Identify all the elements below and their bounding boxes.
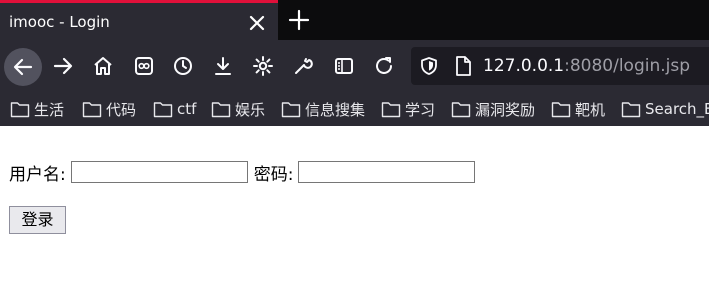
shield-icon[interactable] [419, 56, 439, 76]
folder-icon [153, 101, 173, 117]
history-icon[interactable] [165, 48, 201, 84]
close-icon[interactable] [246, 12, 268, 34]
bookmark-label: 信息搜集 [305, 100, 366, 119]
bookmark-folder[interactable]: 生活 [10, 98, 64, 120]
folder-icon [381, 101, 401, 117]
username-label: 用户名: [9, 164, 66, 185]
bookmark-folder[interactable]: Search_E [621, 98, 709, 120]
folder-icon [551, 101, 571, 117]
password-label: 密码: [253, 164, 294, 185]
bookmark-label: 学习 [405, 100, 436, 119]
folder-icon [82, 101, 102, 117]
bookmark-label: 漏洞奖励 [475, 100, 536, 119]
url-text[interactable]: 127.0.0.1:8080/login.jsp [483, 55, 690, 77]
bookmark-folder[interactable]: 娱乐 [211, 98, 265, 120]
back-icon[interactable] [4, 48, 42, 86]
folder-icon [10, 101, 30, 117]
bookmark-folder[interactable]: 漏洞奖励 [451, 98, 535, 120]
page-icon[interactable] [453, 55, 473, 77]
bookmark-folder[interactable]: 学习 [381, 98, 435, 120]
tab-active[interactable]: imooc - Login [0, 0, 278, 40]
bookmark-folder[interactable]: 靶机 [551, 98, 605, 120]
reader-icon[interactable] [126, 48, 162, 84]
folder-icon [211, 101, 231, 117]
bookmark-folder[interactable]: ctf [153, 98, 196, 120]
tab-title: imooc - Login [9, 13, 110, 31]
bookmark-folder[interactable]: 代码 [82, 98, 136, 120]
bookmark-label: 娱乐 [235, 100, 266, 119]
tab-strip: imooc - Login [0, 0, 709, 40]
url-path: :8080/login.jsp [564, 56, 691, 76]
plus-icon[interactable] [287, 8, 311, 32]
url-host: 127.0.0.1 [483, 56, 565, 76]
bookmark-folder[interactable]: 信息搜集 [281, 98, 365, 120]
folder-icon [281, 101, 301, 117]
login-form-row: 用户名: 密码: [9, 159, 481, 185]
password-field[interactable] [298, 161, 476, 183]
login-button[interactable]: 登录 [9, 206, 66, 234]
bookmark-label: ctf [177, 100, 197, 118]
reload-icon[interactable] [366, 48, 402, 84]
home-icon[interactable] [85, 48, 121, 84]
navigation-toolbar: 127.0.0.1:8080/login.jsp [0, 40, 709, 92]
bookmark-label: Search_E [645, 100, 709, 118]
username-field[interactable] [70, 161, 248, 183]
sidebar-icon[interactable] [326, 48, 362, 84]
forward-icon[interactable] [45, 48, 81, 84]
bookmark-label: 靶机 [575, 100, 606, 119]
download-icon[interactable] [205, 48, 241, 84]
folder-icon [621, 101, 641, 117]
bookmark-label: 生活 [34, 100, 65, 119]
wrench-icon[interactable] [285, 48, 321, 84]
address-bar[interactable]: 127.0.0.1:8080/login.jsp [411, 47, 709, 85]
folder-icon [451, 101, 471, 117]
bookmarks-bar: 生活 代码 ctf 娱乐 信息搜集 学习 漏洞奖励 靶机 Search_E [0, 92, 709, 126]
bookmark-label: 代码 [106, 100, 137, 119]
settings-gear-icon[interactable] [245, 48, 281, 84]
page-content: 用户名: 密码: 登录 [0, 126, 709, 292]
